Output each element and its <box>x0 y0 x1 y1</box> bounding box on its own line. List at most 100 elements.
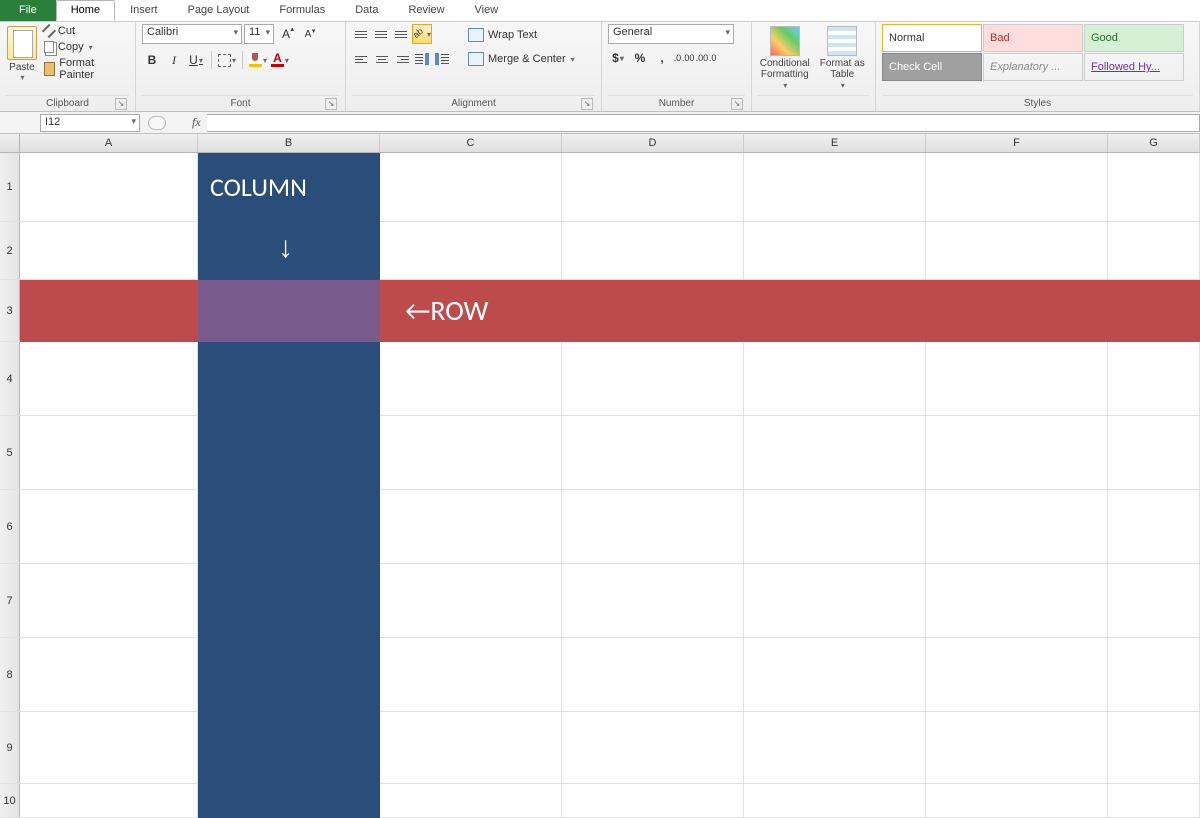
paste-dropdown-icon[interactable]: ▾ <box>6 73 38 82</box>
cell-E8[interactable] <box>744 638 926 711</box>
cell-G1[interactable] <box>1108 153 1200 221</box>
cell-E5[interactable] <box>744 416 926 489</box>
formula-input[interactable] <box>207 114 1200 132</box>
style-normal[interactable]: Normal <box>882 24 982 52</box>
cell-G2[interactable] <box>1108 222 1200 279</box>
alignment-launcher[interactable]: ↘ <box>581 98 593 110</box>
underline-button[interactable]: U▾ <box>186 50 206 70</box>
cell-G6[interactable] <box>1108 490 1200 563</box>
cell-E4[interactable] <box>744 342 926 415</box>
column-header-B[interactable]: B <box>198 134 380 152</box>
cell-E6[interactable] <box>744 490 926 563</box>
cell-G9[interactable] <box>1108 712 1200 783</box>
decrease-indent-button[interactable] <box>412 49 432 69</box>
font-launcher[interactable]: ↘ <box>325 98 337 110</box>
decrease-decimal-button[interactable]: .00 .0 <box>696 48 716 68</box>
tab-insert[interactable]: Insert <box>115 0 173 21</box>
cell-D2[interactable] <box>562 222 744 279</box>
align-top-button[interactable] <box>352 24 372 44</box>
align-bottom-button[interactable] <box>392 24 412 44</box>
cell-F8[interactable] <box>926 638 1108 711</box>
comma-style-button[interactable]: , <box>652 48 672 68</box>
font-size-select[interactable]: 11 <box>244 24 274 44</box>
orientation-dropdown-icon[interactable]: ▾ <box>426 30 431 39</box>
accounting-format-button[interactable]: $▾ <box>608 48 628 68</box>
tab-view[interactable]: View <box>460 0 514 21</box>
number-launcher[interactable]: ↘ <box>731 98 743 110</box>
tab-home[interactable]: Home <box>56 0 115 21</box>
style-check-cell[interactable]: Check Cell <box>882 53 982 81</box>
cell-C1[interactable] <box>380 153 562 221</box>
copy-button[interactable]: Copy▾ <box>42 40 129 54</box>
cell-A7[interactable] <box>20 564 198 637</box>
cell-G7[interactable] <box>1108 564 1200 637</box>
cell-E7[interactable] <box>744 564 926 637</box>
cell-D9[interactable] <box>562 712 744 783</box>
italic-button[interactable]: I <box>164 50 184 70</box>
cell-G8[interactable] <box>1108 638 1200 711</box>
cell-D6[interactable] <box>562 490 744 563</box>
tab-page-layout[interactable]: Page Layout <box>173 0 265 21</box>
tab-file[interactable]: File <box>0 0 56 21</box>
number-format-select[interactable]: General <box>608 24 734 44</box>
cell-D5[interactable] <box>562 416 744 489</box>
cell-G5[interactable] <box>1108 416 1200 489</box>
borders-button[interactable]: ▾ <box>217 50 237 70</box>
cell-A4[interactable] <box>20 342 198 415</box>
cell-C7[interactable] <box>380 564 562 637</box>
fx-icon[interactable]: fx <box>192 115 201 130</box>
cell-F1[interactable] <box>926 153 1108 221</box>
cell-D4[interactable] <box>562 342 744 415</box>
row-header-4[interactable]: 4 <box>0 342 20 415</box>
cell-F6[interactable] <box>926 490 1108 563</box>
align-left-button[interactable] <box>352 49 372 69</box>
cell-A2[interactable] <box>20 222 198 279</box>
cell-F10[interactable] <box>926 784 1108 817</box>
column-header-A[interactable]: A <box>20 134 198 152</box>
cell-F9[interactable] <box>926 712 1108 783</box>
style-good[interactable]: Good <box>1084 24 1184 52</box>
cell-A1[interactable] <box>20 153 198 221</box>
cell-F4[interactable] <box>926 342 1108 415</box>
tab-formulas[interactable]: Formulas <box>264 0 340 21</box>
row-header-1[interactable]: 1 <box>0 153 20 221</box>
cut-button[interactable]: Cut <box>42 24 129 38</box>
cell-D8[interactable] <box>562 638 744 711</box>
align-middle-button[interactable] <box>372 24 392 44</box>
align-right-button[interactable] <box>392 49 412 69</box>
conditional-formatting-button[interactable]: Conditional Formatting▾ <box>758 24 812 91</box>
increase-indent-button[interactable] <box>432 49 452 69</box>
row-header-9[interactable]: 9 <box>0 712 20 783</box>
bold-button[interactable]: B <box>142 50 162 70</box>
copy-dropdown-icon[interactable]: ▾ <box>88 43 93 52</box>
percent-button[interactable]: % <box>630 48 650 68</box>
increase-decimal-button[interactable]: .0 .00 <box>674 48 694 68</box>
column-header-D[interactable]: D <box>562 134 744 152</box>
cell-C10[interactable] <box>380 784 562 817</box>
name-box[interactable]: I12 <box>40 114 140 132</box>
font-color-button[interactable]: A▾ <box>270 50 290 70</box>
format-as-table-button[interactable]: Format as Table▾ <box>816 24 870 91</box>
row-header-8[interactable]: 8 <box>0 638 20 711</box>
orientation-button[interactable]: ▾ <box>412 24 432 44</box>
cell-A8[interactable] <box>20 638 198 711</box>
cell-F7[interactable] <box>926 564 1108 637</box>
name-box-expand-icon[interactable] <box>148 116 166 130</box>
cell-C5[interactable] <box>380 416 562 489</box>
tab-data[interactable]: Data <box>340 0 393 21</box>
cell-A10[interactable] <box>20 784 198 817</box>
cell-E9[interactable] <box>744 712 926 783</box>
row-header-5[interactable]: 5 <box>0 416 20 489</box>
accounting-dropdown-icon[interactable]: ▾ <box>619 54 624 63</box>
shrink-font-button[interactable]: A▾ <box>298 24 318 44</box>
cell-C8[interactable] <box>380 638 562 711</box>
cell-A6[interactable] <box>20 490 198 563</box>
cell-G10[interactable] <box>1108 784 1200 817</box>
style-explanatory[interactable]: Explanatory ... <box>983 53 1083 81</box>
sheet-body[interactable]: COLUMN ↓ ←ROW 12345678910 <box>0 153 1200 818</box>
cell-G4[interactable] <box>1108 342 1200 415</box>
cell-C9[interactable] <box>380 712 562 783</box>
style-bad[interactable]: Bad <box>983 24 1083 52</box>
underline-dropdown-icon[interactable]: ▾ <box>198 56 203 65</box>
cond-dropdown-icon[interactable]: ▾ <box>782 81 787 90</box>
